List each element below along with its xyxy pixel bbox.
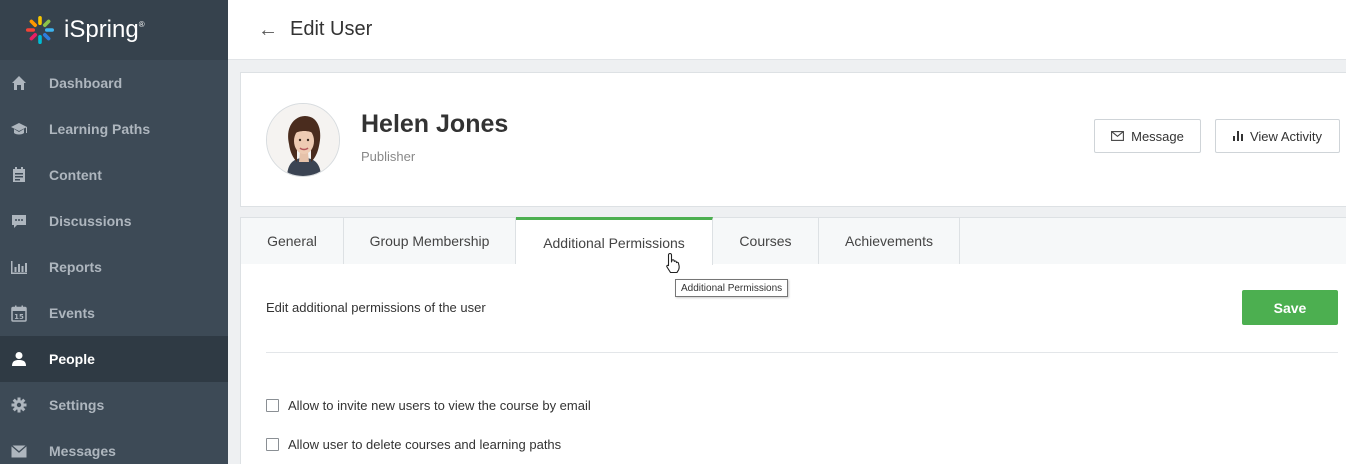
sidebar-item-learning-paths[interactable]: Learning Paths [0, 106, 228, 152]
bar-chart-icon [10, 258, 28, 276]
tab-group-membership[interactable]: Group Membership [344, 218, 516, 264]
user-name: Helen Jones [361, 110, 509, 138]
calendar-day: 15 [14, 313, 24, 321]
save-button[interactable]: Save [1242, 290, 1338, 325]
user-photo-icon [267, 104, 339, 176]
divider [266, 352, 1338, 353]
chat-icon [10, 212, 28, 230]
sidebar-item-people[interactable]: People [0, 336, 228, 382]
logo[interactable]: iSpring® [0, 0, 228, 60]
permission-label: Allow user to delete courses and learnin… [288, 437, 562, 452]
sidebar-item-label: Settings [49, 397, 105, 413]
message-button-label: Message [1131, 128, 1184, 144]
graduation-cap-icon [10, 120, 28, 138]
sidebar-item-messages[interactable]: Messages [0, 428, 228, 464]
tooltip: Additional Permissions [675, 279, 789, 297]
tab-achievements[interactable]: Achievements [819, 218, 960, 264]
sidebar-item-content[interactable]: Content [0, 152, 228, 198]
permissions-description: Edit additional permissions of the user [266, 300, 486, 315]
sidebar: iSpring® Dashboard Learning Paths Conten… [0, 0, 228, 464]
permission-invite-users[interactable]: Allow to invite new users to view the co… [266, 398, 591, 413]
sidebar-item-label: Content [49, 167, 102, 183]
sidebar-item-reports[interactable]: Reports [0, 244, 228, 290]
calendar-icon: 15 [10, 304, 28, 322]
brand-name: iSpring® [64, 16, 145, 43]
tab-additional-permissions[interactable]: Additional Permissions [516, 217, 713, 265]
envelope-icon [1111, 131, 1125, 141]
sidebar-item-settings[interactable]: Settings [0, 382, 228, 428]
sidebar-item-events[interactable]: 15 Events [0, 290, 228, 336]
home-icon [10, 74, 28, 92]
view-activity-button-label: View Activity [1249, 128, 1322, 144]
envelope-icon [10, 442, 28, 460]
page-title: Edit User [290, 18, 373, 40]
back-arrow-icon[interactable]: ← [258, 20, 278, 40]
sidebar-item-label: Discussions [49, 213, 132, 229]
sidebar-item-label: Events [49, 305, 95, 321]
invite-users-checkbox[interactable] [266, 399, 279, 412]
sidebar-item-label: People [49, 351, 95, 367]
user-tabs: General Group Membership Additional Perm… [240, 217, 1346, 265]
message-button[interactable]: Message [1094, 119, 1201, 153]
document-icon [10, 166, 28, 184]
tab-general[interactable]: General [241, 218, 344, 264]
user-role: Publisher [361, 149, 416, 164]
person-icon [10, 350, 28, 368]
sidebar-item-discussions[interactable]: Discussions [0, 198, 228, 244]
bar-chart-icon [1232, 131, 1243, 141]
gear-icon [10, 396, 28, 414]
permission-delete-courses[interactable]: Allow user to delete courses and learnin… [266, 437, 561, 452]
permission-label: Allow to invite new users to view the co… [288, 398, 591, 413]
sidebar-item-dashboard[interactable]: Dashboard [0, 60, 228, 106]
avatar [266, 103, 340, 177]
user-profile-card: Helen Jones Publisher Message View Activ… [240, 72, 1346, 207]
sidebar-item-label: Messages [49, 443, 116, 459]
tab-courses[interactable]: Courses [713, 218, 819, 264]
ispring-logo-icon [26, 16, 54, 44]
sidebar-item-label: Dashboard [49, 75, 123, 91]
sidebar-item-label: Reports [49, 259, 102, 275]
delete-courses-checkbox[interactable] [266, 438, 279, 451]
hand-cursor-icon [666, 252, 680, 274]
sidebar-item-label: Learning Paths [49, 121, 151, 137]
view-activity-button[interactable]: View Activity [1215, 119, 1340, 153]
page-header: ← Edit User [228, 0, 1346, 60]
permissions-panel: Edit additional permissions of the user … [240, 264, 1346, 464]
